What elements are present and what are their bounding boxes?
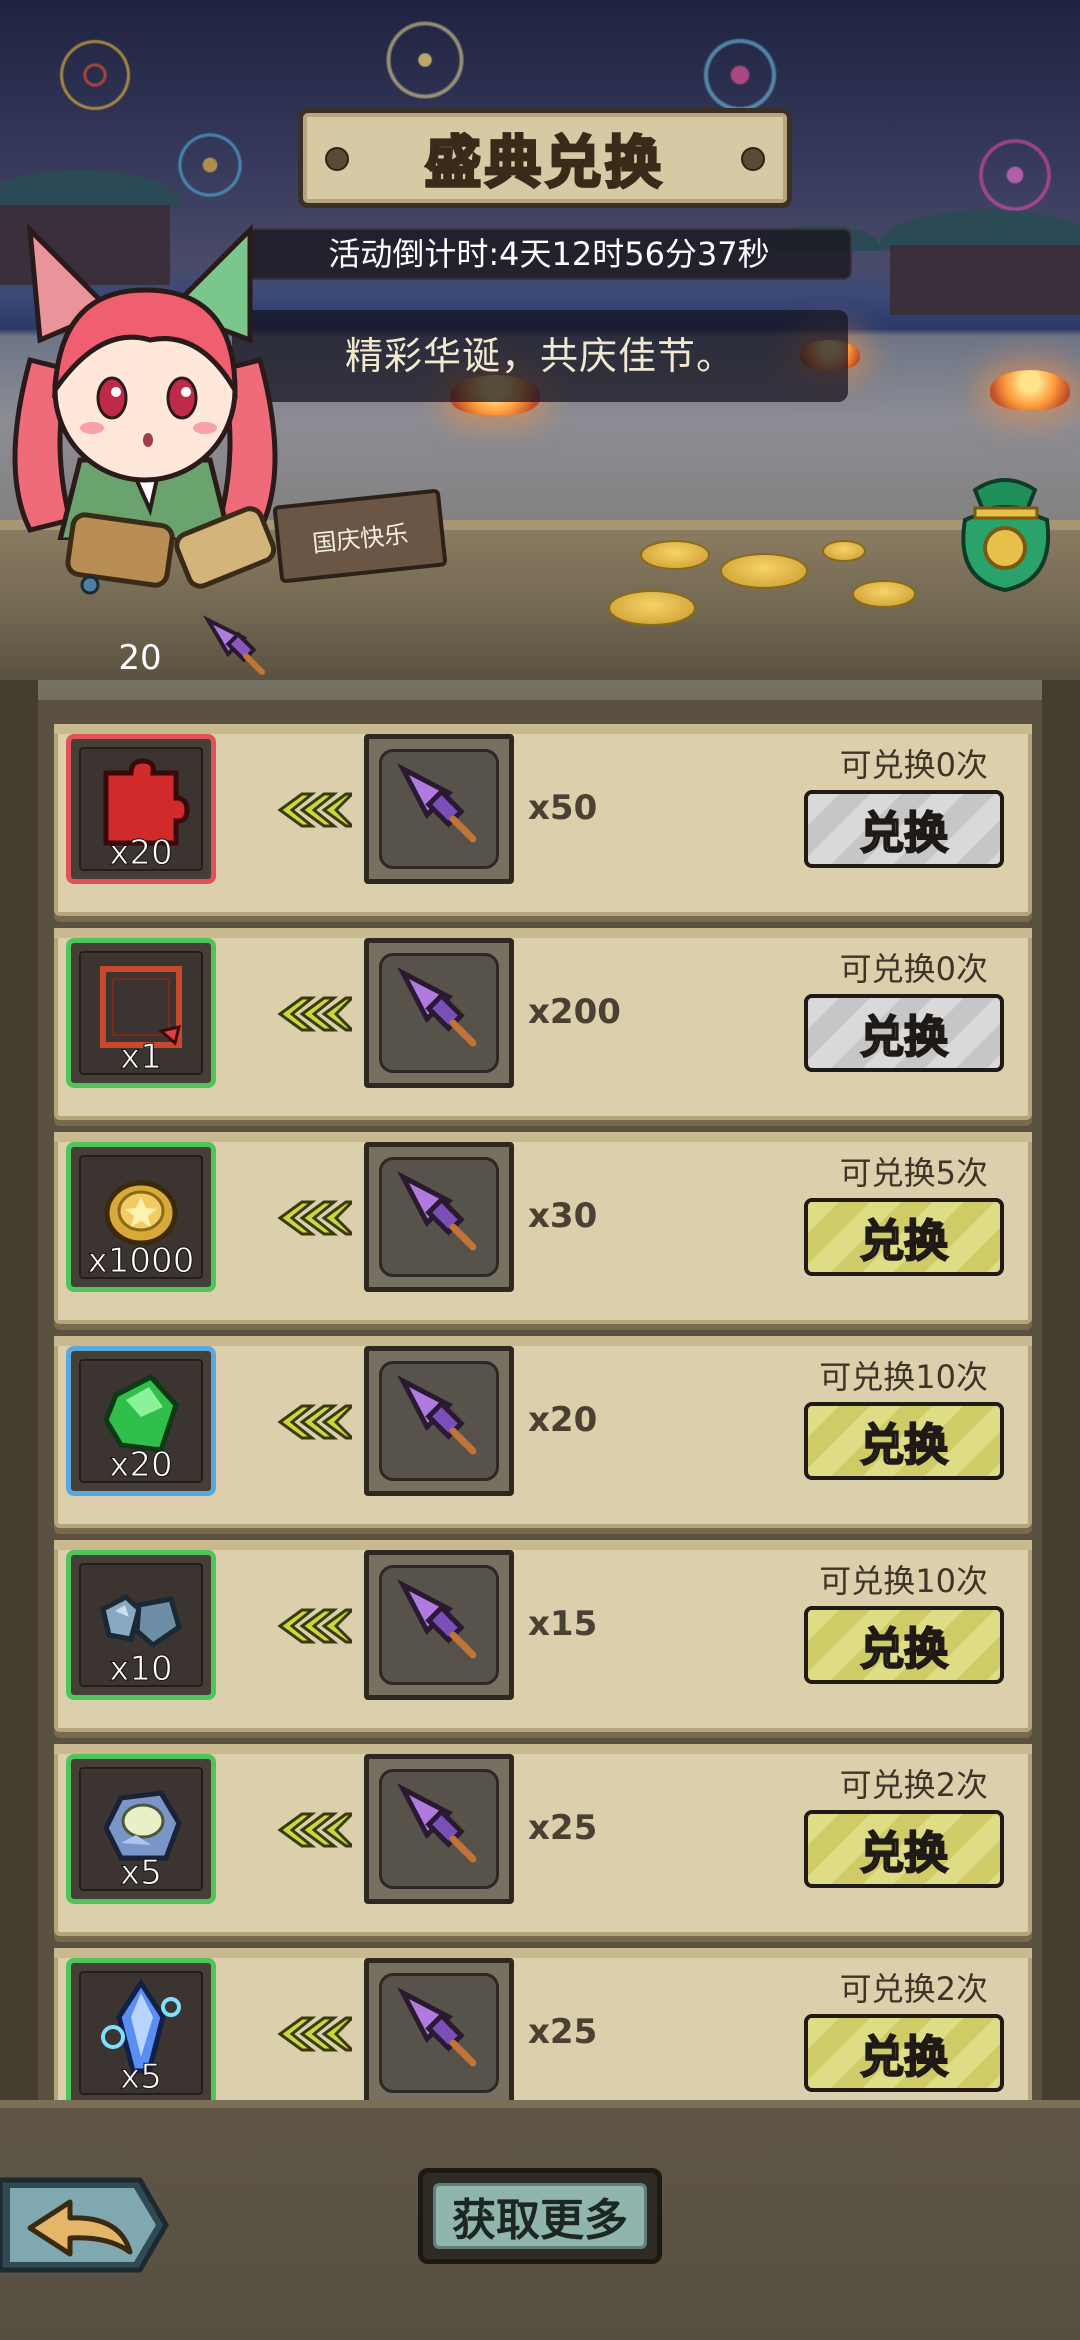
reward-quantity: x10 [109, 1649, 173, 1690]
firework-rocket-icon [397, 1375, 477, 1455]
get-more-label: 获取更多 [452, 2195, 628, 2246]
exchange-arrows-icon [277, 1812, 352, 1848]
cost-item-frame[interactable] [364, 734, 514, 884]
exchange-row: x20 x50 可兑换0次兑换 [54, 724, 1032, 916]
scroll-decoration [65, 506, 277, 595]
exchange-arrows-icon [277, 1608, 352, 1644]
get-more-button[interactable]: 获取更多 [418, 2168, 662, 2264]
cost-item-frame[interactable] [364, 938, 514, 1088]
exchange-button[interactable]: 兑换 [804, 1810, 1004, 1888]
reward-quantity: x20 [109, 1445, 173, 1486]
cost-quantity: x15 [528, 1604, 598, 1644]
gold-coin-icon [822, 540, 866, 562]
reward-item-frame[interactable]: x1000 [66, 1142, 216, 1292]
exchange-list[interactable]: x20 x50 可兑换0次 兑换 x1 x200 可兑换0次 兑换 x1000 x30 可兑换5… [38, 700, 1042, 2100]
remaining-exchanges: 可兑换5次 [839, 1154, 988, 1192]
back-arrow-icon[interactable] [0, 2172, 172, 2278]
cost-quantity: x30 [528, 1196, 598, 1236]
cost-quantity: x25 [528, 1808, 598, 1848]
bolt-decoration [325, 147, 349, 171]
title-banner: 盛典兑换 [298, 108, 792, 208]
bolt-decoration [741, 147, 765, 171]
firework-rocket-icon [397, 1987, 477, 2067]
firework-rocket-icon [202, 615, 265, 675]
reward-quantity: x5 [120, 2057, 163, 2098]
remaining-exchanges: 可兑换2次 [839, 1766, 988, 1804]
cost-item-frame[interactable] [364, 1346, 514, 1496]
exchange-row: x1 x200 可兑换0次兑换 [54, 928, 1032, 1120]
exchange-row: x10 x15 可兑换10次兑换 [54, 1540, 1032, 1732]
reward-item-frame[interactable]: x20 [66, 734, 216, 884]
reward-quantity: x1 [120, 1037, 163, 1078]
exchange-button[interactable]: 兑换 [804, 1198, 1004, 1276]
gold-coin-icon [720, 553, 808, 589]
reward-quantity: x5 [120, 1853, 163, 1894]
page-title: 盛典兑换 [424, 129, 665, 197]
cost-item-frame[interactable] [364, 1142, 514, 1292]
currency-count: 20 [118, 638, 162, 678]
exchange-arrows-icon [277, 996, 352, 1032]
cost-item-frame[interactable] [364, 1550, 514, 1700]
exchange-arrows-icon [277, 1200, 352, 1236]
exchange-row: x5 x25 可兑换2次兑换 [54, 1744, 1032, 1936]
firework-decoration [40, 20, 150, 130]
reward-item-frame[interactable]: x5 [66, 1958, 216, 2100]
get-more-button-face: 获取更多 [433, 2183, 647, 2249]
remaining-exchanges: 可兑换0次 [839, 950, 988, 988]
firework-rocket-icon [397, 763, 477, 843]
cost-quantity: x50 [528, 788, 598, 828]
cost-quantity: x25 [528, 2012, 598, 2052]
exchange-button[interactable]: 兑换 [804, 994, 1004, 1072]
cost-quantity: x200 [528, 992, 621, 1032]
cost-item-frame[interactable] [364, 1958, 514, 2100]
exchange-button[interactable]: 兑换 [804, 790, 1004, 868]
firework-decoration [350, 0, 500, 120]
remaining-exchanges: 可兑换10次 [819, 1562, 988, 1600]
reward-item-frame[interactable]: x10 [66, 1550, 216, 1700]
building [890, 245, 1080, 315]
reward-quantity: x20 [109, 833, 173, 874]
exchange-row: x5 x25 可兑换2次兑换 [54, 1948, 1032, 2100]
firework-rocket-icon [397, 1171, 477, 1251]
lucky-bag-icon [961, 478, 1050, 593]
firework-rocket-icon [397, 1783, 477, 1863]
reward-item-frame[interactable]: x1 [66, 938, 216, 1088]
list-rail [1042, 680, 1080, 2110]
event-slogan: 精彩华诞，共庆佳节。 [232, 310, 848, 402]
remaining-exchanges: 可兑换10次 [819, 1358, 988, 1396]
firework-rocket-icon [397, 967, 477, 1047]
exchange-arrows-icon [277, 1404, 352, 1440]
exchange-row: x1000 x30 可兑换5次兑换 [54, 1132, 1032, 1324]
exchange-button[interactable]: 兑换 [804, 1606, 1004, 1684]
remaining-exchanges: 可兑换0次 [839, 746, 988, 784]
reward-item-frame[interactable]: x5 [66, 1754, 216, 1904]
gold-coin-icon [640, 540, 710, 570]
exchange-button[interactable]: 兑换 [804, 2014, 1004, 2092]
reward-quantity: x1000 [87, 1241, 195, 1282]
event-countdown: 活动倒计时:4天12时56分37秒 [246, 228, 852, 280]
cost-quantity: x20 [528, 1400, 598, 1440]
exchange-row: x20 x20 可兑换10次兑换 [54, 1336, 1032, 1528]
exchange-button[interactable]: 兑换 [804, 1402, 1004, 1480]
list-rail [0, 680, 38, 2110]
cost-item-frame[interactable] [364, 1754, 514, 1904]
gold-coin-icon [608, 590, 696, 626]
lotus-lantern [990, 370, 1070, 410]
remaining-exchanges: 可兑换2次 [839, 1970, 988, 2008]
firework-rocket-icon [397, 1579, 477, 1659]
pagoda-roof [880, 210, 1080, 250]
gold-coin-icon [852, 580, 916, 608]
exchange-arrows-icon [277, 2016, 352, 2052]
reward-item-frame[interactable]: x20 [66, 1346, 216, 1496]
exchange-arrows-icon [277, 792, 352, 828]
